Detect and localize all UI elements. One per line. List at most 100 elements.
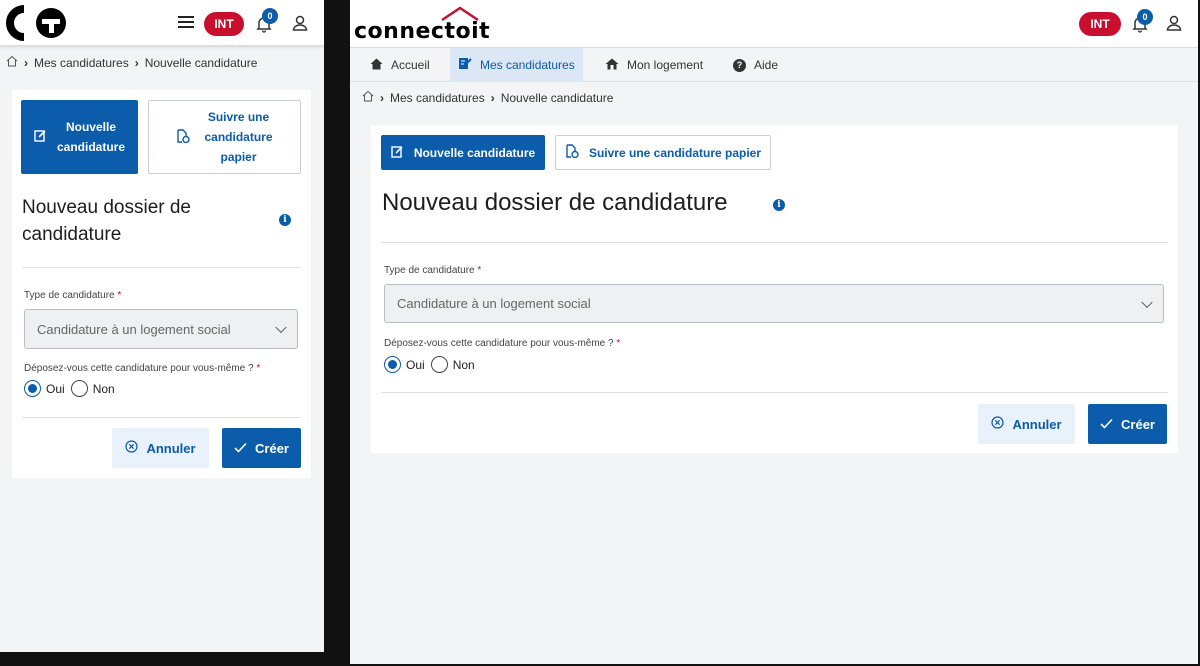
main-nav: Accueil Mes candidatures Mon logement ? … bbox=[350, 48, 1198, 82]
chevron-down-icon bbox=[275, 321, 287, 334]
type-label-text: Type de candidature bbox=[24, 290, 115, 301]
follow-label-line1: Suivre une bbox=[207, 110, 270, 124]
new-application-button[interactable]: Nouvelle candidature bbox=[21, 100, 138, 174]
self-label: Déposez-vous cette candidature pour vous… bbox=[24, 363, 260, 374]
self-label-text: Déposez-vous cette candidature pour vous… bbox=[384, 338, 614, 349]
house-icon bbox=[605, 58, 619, 73]
nav-label: Mon logement bbox=[627, 58, 704, 72]
follow-paper-application-button[interactable]: Suivre une candidature papier bbox=[148, 100, 301, 174]
cancel-label: Annuler bbox=[146, 440, 196, 456]
breadcrumb-home-icon[interactable] bbox=[362, 90, 374, 105]
notification-count: 0 bbox=[262, 8, 278, 24]
info-icon[interactable]: i bbox=[279, 214, 291, 226]
logo[interactable]: connectoit bbox=[354, 6, 494, 46]
type-label-text: Type de candidature bbox=[384, 265, 475, 276]
env-badge: INT bbox=[204, 12, 244, 36]
required-mark: * bbox=[256, 363, 261, 374]
divider bbox=[22, 417, 301, 418]
breadcrumb-current: Nouvelle candidature bbox=[500, 90, 614, 105]
radio-no[interactable] bbox=[430, 356, 448, 373]
new-application-button[interactable]: Nouvelle candidature bbox=[381, 135, 545, 170]
type-select-value: Candidature à un logement social bbox=[37, 321, 231, 337]
logo-icon[interactable] bbox=[4, 4, 70, 42]
breadcrumb-item[interactable]: Mes candidatures bbox=[390, 91, 485, 105]
info-icon[interactable]: i bbox=[773, 199, 785, 211]
edit-doc-icon bbox=[458, 57, 472, 73]
nav-item-aide[interactable]: ? Aide bbox=[725, 48, 786, 82]
create-label: Créer bbox=[1121, 416, 1155, 432]
radio-yes[interactable] bbox=[384, 356, 401, 373]
nav-item-mon-logement[interactable]: Mon logement bbox=[597, 48, 711, 82]
home-icon bbox=[370, 58, 383, 73]
type-label: Type de candidature * bbox=[24, 290, 121, 301]
required-mark: * bbox=[477, 265, 482, 276]
type-select[interactable]: Candidature à un logement social bbox=[24, 309, 298, 349]
type-select[interactable]: Candidature à un logement social bbox=[384, 284, 1164, 323]
document-add-icon bbox=[565, 144, 579, 161]
radio-no-label[interactable]: Non bbox=[453, 358, 475, 372]
mobile-view: INT 0 › Mes candidatures › Nouvelle cand… bbox=[0, 0, 324, 652]
follow-label: Suivre une candidature papier bbox=[588, 145, 762, 160]
edit-icon bbox=[391, 145, 404, 161]
nav-item-accueil[interactable]: Accueil bbox=[362, 48, 438, 82]
new-application-label-line2: candidature bbox=[56, 140, 125, 154]
cancel-label: Annuler bbox=[1012, 416, 1062, 432]
breadcrumb-item[interactable]: Mes candidatures bbox=[34, 56, 129, 70]
help-icon: ? bbox=[733, 58, 746, 72]
form-card: Nouvelle candidature Suivre une candidat… bbox=[371, 125, 1178, 453]
breadcrumb: › Mes candidatures › Nouvelle candidatur… bbox=[362, 90, 613, 105]
self-radio-group: Oui Non bbox=[24, 380, 115, 397]
cancel-button[interactable]: Annuler bbox=[112, 428, 209, 468]
follow-label-line3: papier bbox=[220, 150, 257, 164]
required-mark: * bbox=[616, 338, 621, 349]
cancel-button[interactable]: Annuler bbox=[978, 404, 1075, 444]
divider bbox=[381, 242, 1168, 243]
create-button[interactable]: Créer bbox=[222, 428, 301, 468]
desktop-view: connectoit INT 0 Accueil Mes candidature… bbox=[350, 0, 1198, 664]
breadcrumb-current: Nouvelle candidature bbox=[144, 55, 258, 70]
page-title-line1: Nouveau dossier de bbox=[22, 197, 191, 218]
self-label: Déposez-vous cette candidature pour vous… bbox=[384, 338, 620, 349]
follow-paper-application-button[interactable]: Suivre une candidature papier bbox=[555, 135, 771, 170]
logo-text: connectoit bbox=[354, 19, 491, 44]
breadcrumb: › Mes candidatures › Nouvelle candidatur… bbox=[6, 55, 257, 70]
nav-item-mes-candidatures[interactable]: Mes candidatures bbox=[450, 48, 583, 82]
new-application-label: Nouvelle candidature bbox=[413, 145, 536, 160]
radio-yes[interactable] bbox=[24, 380, 41, 397]
nav-label: Mes candidatures bbox=[480, 58, 575, 72]
follow-label-line2: candidature bbox=[204, 130, 273, 144]
page-title-line2: candidature bbox=[22, 224, 122, 245]
create-button[interactable]: Créer bbox=[1088, 404, 1167, 444]
breadcrumb-home-icon[interactable] bbox=[6, 55, 18, 70]
divider bbox=[22, 267, 301, 268]
page-title: Nouveau dossier de candidature bbox=[382, 189, 728, 216]
menu-icon[interactable] bbox=[178, 14, 194, 30]
cancel-circle-icon bbox=[991, 416, 1005, 432]
divider bbox=[381, 392, 1168, 393]
user-icon[interactable] bbox=[290, 13, 310, 33]
new-application-label-line1: Nouvelle bbox=[65, 120, 116, 134]
self-label-text: Déposez-vous cette candidature pour vous… bbox=[24, 363, 254, 374]
nav-label: Aide bbox=[754, 58, 779, 72]
chevron-right-icon: › bbox=[134, 55, 139, 70]
chevron-right-icon: › bbox=[24, 55, 28, 70]
radio-yes-label[interactable]: Oui bbox=[406, 358, 425, 372]
radio-yes-label[interactable]: Oui bbox=[46, 382, 65, 396]
chevron-right-icon: › bbox=[490, 90, 495, 105]
document-add-icon bbox=[176, 128, 191, 146]
radio-no[interactable] bbox=[70, 380, 88, 397]
radio-no-label[interactable]: Non bbox=[93, 382, 115, 396]
type-select-value: Candidature à un logement social bbox=[397, 296, 591, 311]
check-icon bbox=[1100, 417, 1113, 432]
self-radio-group: Oui Non bbox=[384, 356, 475, 373]
env-badge: INT bbox=[1079, 12, 1121, 36]
user-icon[interactable] bbox=[1164, 13, 1184, 33]
desktop-header: connectoit INT 0 bbox=[350, 0, 1198, 48]
form-card: Nouvelle candidature Suivre une candidatur… bbox=[12, 90, 311, 478]
chevron-right-icon: › bbox=[380, 90, 384, 105]
nav-label: Accueil bbox=[391, 58, 430, 72]
create-label: Créer bbox=[255, 440, 289, 456]
required-mark: * bbox=[117, 290, 122, 301]
edit-icon bbox=[34, 129, 47, 145]
page-title: Nouveau dossier de candidature bbox=[22, 194, 191, 248]
